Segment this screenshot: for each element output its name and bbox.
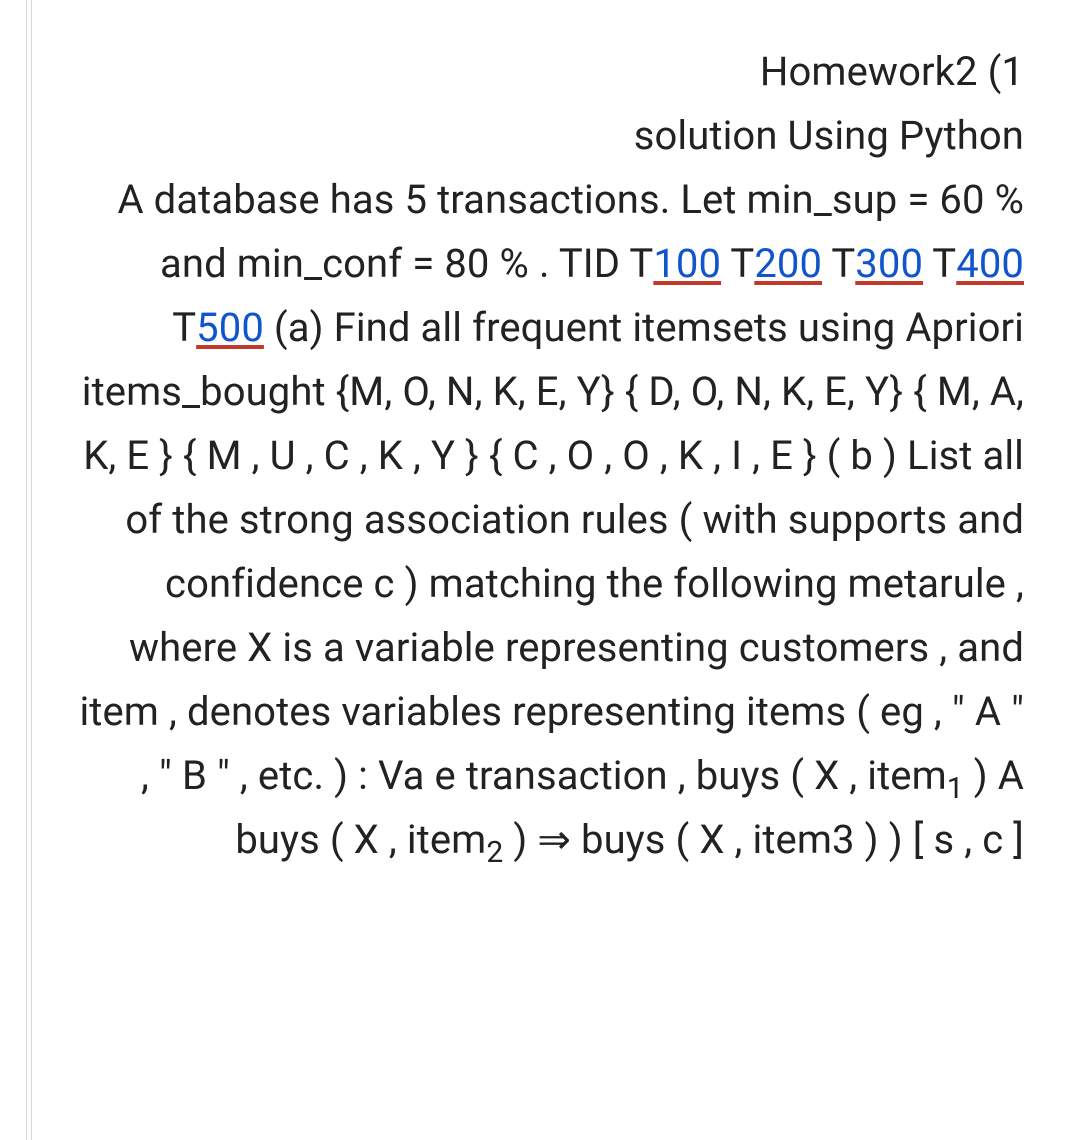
body-text-4: ) bbox=[503, 816, 537, 863]
tid-t400[interactable]: T400 bbox=[932, 240, 1024, 287]
tid-t100[interactable]: T100 bbox=[629, 240, 721, 287]
title-line-2: solution Using Python bbox=[634, 112, 1024, 159]
tid-t200[interactable]: T200 bbox=[730, 240, 822, 287]
implies-arrow: ⇒ bbox=[537, 808, 571, 872]
title-line-1: Homework2 (1 bbox=[760, 48, 1024, 95]
body-text-2: (a) Find all frequent itemsets using Apr… bbox=[79, 304, 1024, 799]
body-text-5: buys ( X , item3 ) ) [ s , c ] bbox=[571, 816, 1024, 863]
subscript-2: 2 bbox=[486, 835, 503, 870]
subscript-1: 1 bbox=[947, 771, 964, 806]
document-body: Homework2 (1 solution Using Python A dat… bbox=[70, 40, 1024, 872]
tid-t300[interactable]: T300 bbox=[831, 240, 923, 287]
document-page: Homework2 (1 solution Using Python A dat… bbox=[0, 0, 1080, 1140]
tid-t500[interactable]: T500 bbox=[172, 304, 264, 351]
left-margin-rule bbox=[26, 0, 32, 1140]
